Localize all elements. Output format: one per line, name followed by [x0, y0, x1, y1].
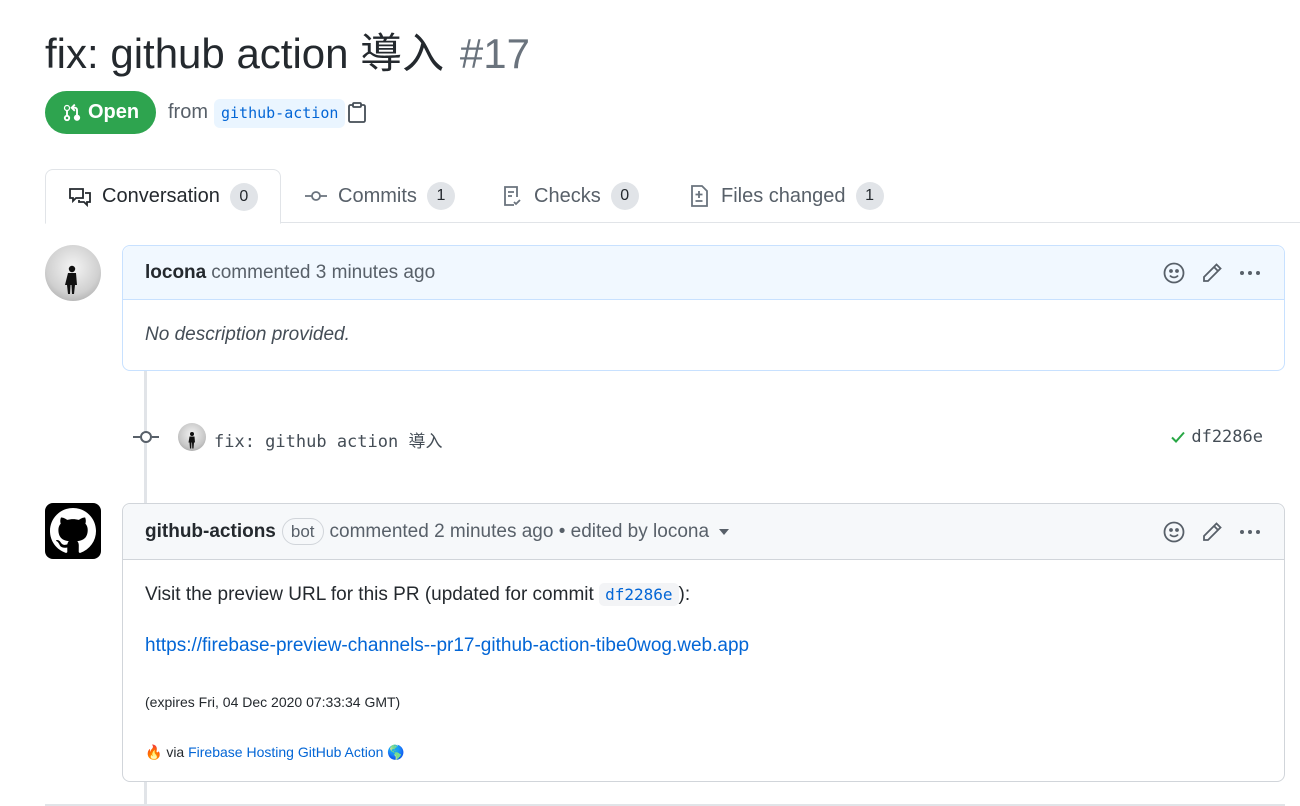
comment-header: github-actions bot commented 2 minutes a…	[123, 504, 1284, 560]
avatar[interactable]	[45, 503, 101, 559]
inline-commit-sha[interactable]: df2286e	[599, 583, 679, 606]
via-line: 🔥 via Firebase Hosting GitHub Action 🌎	[145, 744, 405, 761]
comment-body: No description provided.	[145, 324, 350, 345]
tab-label: Commits	[338, 184, 417, 207]
tab-conversation[interactable]: Conversation 0	[45, 169, 281, 224]
tab-commits[interactable]: Commits 1	[282, 169, 477, 223]
comment-actions	[1162, 520, 1262, 544]
comment-header: locona commented 3 minutes ago	[123, 246, 1284, 300]
commit-icon	[305, 191, 327, 201]
comment-author[interactable]: locona	[145, 262, 206, 284]
tab-label: Conversation	[102, 185, 220, 207]
firebase-action-link[interactable]: Firebase Hosting GitHub Action	[188, 744, 383, 760]
kebab-horizontal-icon[interactable]	[1238, 261, 1262, 285]
comment-box: locona commented 3 minutes ago No descri…	[122, 245, 1285, 371]
smiley-icon[interactable]	[1162, 520, 1186, 544]
pr-title: fix: github action 導入 #17	[45, 28, 530, 80]
commit-sha-link[interactable]: df2286e	[1169, 427, 1263, 447]
tab-counter: 0	[229, 182, 258, 211]
conversation-icon	[69, 187, 91, 207]
pr-tabnav: Conversation 0 Commits 1 Checks 0 Files …	[45, 169, 1300, 224]
open-state-badge: Open	[45, 91, 156, 134]
comment-box: github-actions bot commented 2 minutes a…	[122, 503, 1285, 782]
comment-meta[interactable]: commented 3 minutes ago	[211, 262, 435, 284]
chevron-down-icon[interactable]	[719, 528, 730, 535]
tab-counter: 1	[426, 182, 455, 210]
pull-request-icon	[63, 103, 81, 121]
person-photo-icon	[188, 432, 195, 449]
preview-intro-suffix: ):	[678, 584, 691, 605]
tab-label: Checks	[534, 184, 601, 207]
comment-actions	[1162, 261, 1262, 285]
from-label: from	[168, 101, 208, 123]
expires-line: (expires Fri, 04 Dec 2020 07:33:34 GMT)	[145, 694, 401, 710]
pr-number: #17	[459, 30, 530, 77]
tab-counter: 0	[610, 182, 639, 210]
commit-message[interactable]: fix: github action 導入	[214, 427, 442, 452]
checklist-icon	[504, 186, 521, 206]
comment-author[interactable]: github-actions	[145, 521, 276, 543]
commit-row: fix: github action 導入 df2286e	[133, 421, 1273, 453]
state-label: Open	[87, 101, 140, 123]
preview-url-link[interactable]: https://firebase-preview-channels--pr17-…	[145, 635, 749, 656]
commit-icon	[133, 431, 159, 443]
smiley-icon[interactable]	[1162, 261, 1186, 285]
clipboard-icon[interactable]	[347, 102, 367, 124]
avatar[interactable]	[45, 245, 101, 301]
commit-author-avatar[interactable]	[178, 423, 206, 451]
pencil-icon[interactable]	[1200, 520, 1224, 544]
comment-meta[interactable]: commented 2 minutes ago • edited by loco…	[330, 521, 710, 543]
pr-title-text: fix: github action 導入	[45, 30, 445, 77]
tab-label: Files changed	[721, 184, 846, 207]
tab-checks[interactable]: Checks 0	[478, 169, 661, 223]
check-icon	[1171, 431, 1186, 443]
tab-files-changed[interactable]: Files changed 1	[665, 169, 906, 223]
file-diff-icon	[691, 185, 708, 207]
pencil-icon[interactable]	[1200, 261, 1224, 285]
person-photo-icon	[65, 265, 77, 294]
bot-badge: bot	[281, 518, 324, 545]
preview-intro-text: Visit the preview URL for this PR (updat…	[145, 584, 600, 605]
preview-url-line: https://firebase-preview-channels--pr17-…	[145, 635, 749, 657]
github-mark-icon	[50, 508, 96, 553]
head-branch[interactable]: github-action	[214, 99, 346, 128]
preview-intro-line: Visit the preview URL for this PR (updat…	[145, 583, 691, 606]
commit-sha: df2286e	[1191, 427, 1263, 447]
kebab-horizontal-icon[interactable]	[1238, 520, 1262, 544]
fire-emoji-prefix: 🔥 via	[145, 744, 189, 760]
globe-emoji-suffix: 🌎	[383, 744, 405, 760]
tab-counter: 1	[855, 182, 884, 210]
